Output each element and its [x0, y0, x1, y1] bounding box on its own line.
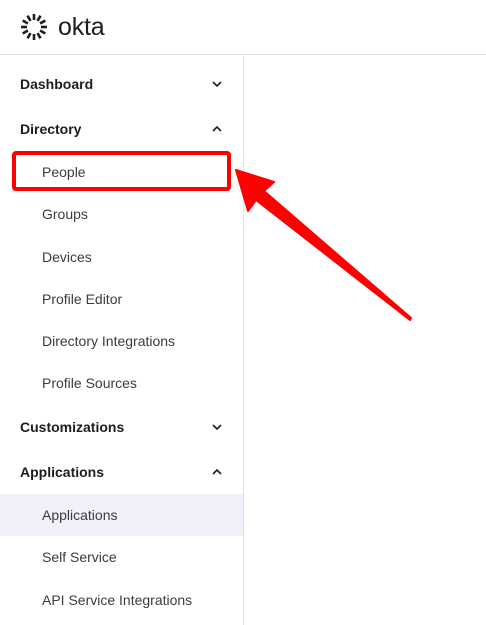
sidebar-item-label: People [42, 164, 86, 180]
sidebar-item-label: Directory Integrations [42, 333, 176, 349]
sidebar-item-label: Self Service [42, 549, 117, 565]
section-label: Directory [20, 121, 82, 137]
sidebar-item-groups[interactable]: Groups [0, 193, 243, 235]
chevron-up-icon [212, 125, 222, 132]
chevron-down-icon [212, 81, 222, 88]
sidebar-section-dashboard[interactable]: Dashboard [0, 64, 243, 104]
okta-logo[interactable]: okta [19, 12, 105, 42]
sidebar-item-applications[interactable]: Applications [0, 494, 243, 536]
sidebar-item-profile-sources[interactable]: Profile Sources [0, 362, 243, 404]
sidebar-item-self-service[interactable]: Self Service [0, 536, 243, 578]
sidebar-item-api-service-integrations[interactable]: API Service Integrations [0, 579, 243, 621]
sidebar-item-label: Profile Editor [42, 291, 123, 307]
sidebar-item-people[interactable]: People [0, 151, 243, 193]
sidebar-item-label: API Service Integrations [42, 592, 193, 608]
sidebar-item-label: Profile Sources [42, 375, 137, 391]
chevron-down-icon [212, 424, 222, 431]
sidebar: Dashboard Directory People Groups Device… [0, 56, 244, 625]
sidebar-item-label: Devices [42, 249, 92, 265]
brand-name: okta [58, 12, 105, 41]
section-label: Dashboard [20, 76, 94, 92]
sidebar-item-devices[interactable]: Devices [0, 236, 243, 278]
sidebar-item-label: Applications [42, 507, 118, 523]
sidebar-section-directory[interactable]: Directory [0, 109, 243, 149]
sidebar-item-profile-editor[interactable]: Profile Editor [0, 278, 243, 320]
sidebar-section-customizations[interactable]: Customizations [0, 407, 243, 447]
chevron-up-icon [212, 468, 222, 475]
sidebar-item-directory-integrations[interactable]: Directory Integrations [0, 320, 243, 362]
section-label: Customizations [20, 419, 125, 435]
top-bar: okta [0, 0, 486, 55]
okta-sunburst-icon [21, 14, 47, 40]
sidebar-item-label: Groups [42, 206, 88, 222]
section-label: Applications [20, 464, 105, 480]
sidebar-section-applications[interactable]: Applications [0, 452, 243, 492]
